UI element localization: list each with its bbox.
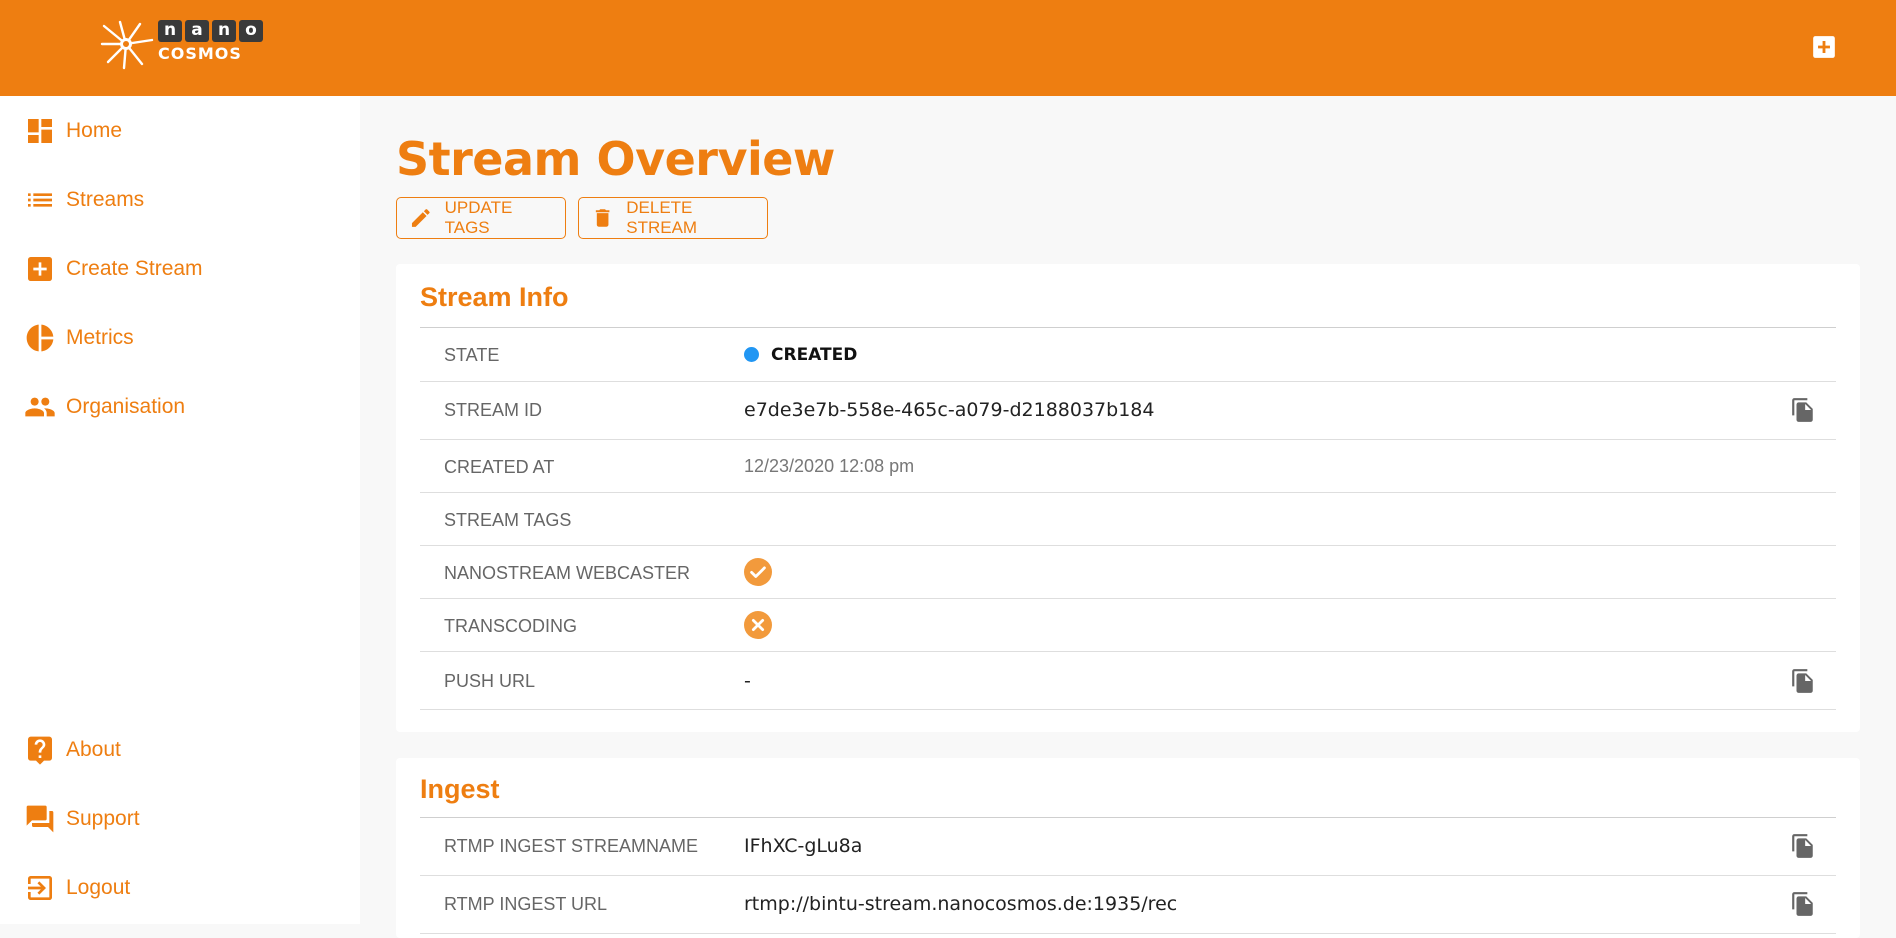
sidebar-item-label: Metrics xyxy=(66,326,134,349)
info-row-push-url: PUSH URL - xyxy=(420,652,1836,710)
info-row-state: STATE CREATED xyxy=(420,328,1836,382)
dashboard-icon xyxy=(28,119,52,143)
pencil-icon xyxy=(411,209,430,227)
row-label: RTMP INGEST URL xyxy=(444,894,608,914)
list-icon xyxy=(28,193,52,207)
sidebar-item-streams[interactable]: Streams xyxy=(24,182,144,218)
top-app-bar: n a n o COSMOS xyxy=(0,0,1896,96)
copy-icon[interactable] xyxy=(1790,668,1816,694)
sidebar-item-label: About xyxy=(66,738,121,761)
row-label: NANOSTREAM WEBCASTER xyxy=(444,563,691,583)
sidebar-item-label: Logout xyxy=(66,876,131,899)
ingest-card: Ingest RTMP INGEST STREAMNAME IFhXC-gLu8… xyxy=(396,758,1860,938)
sidebar-item-label: Organisation xyxy=(66,395,186,418)
add-box-icon xyxy=(28,257,52,281)
cancel-circle-icon xyxy=(744,611,772,639)
info-row-stream-id: STREAM ID e7de3e7b-558e-465c-a079-d21880… xyxy=(420,382,1836,440)
check-circle-icon xyxy=(744,558,772,586)
sidebar-item-metrics[interactable]: Metrics xyxy=(24,320,134,356)
sidebar-item-logout[interactable]: Logout xyxy=(24,870,130,906)
copy-icon[interactable] xyxy=(1790,397,1816,423)
push-url-value: - xyxy=(744,670,751,692)
delete-stream-button[interactable]: DELETE STREAM xyxy=(578,197,768,239)
row-label: RTMP INGEST STREAMNAME xyxy=(444,836,699,856)
row-label: STREAM TAGS xyxy=(444,510,572,530)
row-label: TRANSCODING xyxy=(444,616,578,636)
trash-icon xyxy=(595,209,610,227)
ingest-title: Ingest xyxy=(420,774,500,804)
help-icon xyxy=(28,736,52,765)
forum-icon xyxy=(26,805,54,833)
created-at-value: 12/23/2020 12:08 pm xyxy=(744,456,915,476)
info-row-created-at: CREATED AT 12/23/2020 12:08 pm xyxy=(420,440,1836,493)
delete-stream-label: DELETE STREAM xyxy=(626,198,698,237)
add-box-icon[interactable] xyxy=(1811,34,1837,60)
sidebar-item-label: Streams xyxy=(66,188,145,211)
row-label: STATE xyxy=(444,345,500,365)
logo-letter: o xyxy=(239,20,263,42)
ingest-streamname-value: IFhXC-gLu8a xyxy=(744,835,863,857)
sidebar: Home Streams Create Stream Metrics Organ… xyxy=(0,96,360,924)
update-tags-button[interactable]: UPDATE TAGS xyxy=(396,197,566,239)
state-value: CREATED xyxy=(771,345,858,365)
copy-icon[interactable] xyxy=(1790,833,1816,859)
logo-star-icon xyxy=(100,20,154,70)
page-title: Stream Overview xyxy=(396,132,835,186)
stream-info-title: Stream Info xyxy=(420,282,569,312)
sidebar-item-label: Home xyxy=(66,119,123,142)
sidebar-item-organisation[interactable]: Organisation xyxy=(24,389,185,425)
ingest-row-url: RTMP INGEST URL rtmp://bintu-stream.nano… xyxy=(420,876,1836,934)
logo-letter: n xyxy=(158,20,182,42)
exit-icon xyxy=(28,876,52,900)
pie-chart-icon xyxy=(26,324,54,352)
info-row-transcoding: TRANSCODING xyxy=(420,599,1836,652)
sidebar-item-create-stream[interactable]: Create Stream xyxy=(24,251,203,287)
nanocosmos-logo[interactable]: n a n o COSMOS xyxy=(100,18,270,70)
logo-wordmark-top: n a n o xyxy=(158,20,263,42)
status-dot xyxy=(744,347,759,362)
row-label: PUSH URL xyxy=(444,671,536,691)
ingest-row-streamname: RTMP INGEST STREAMNAME IFhXC-gLu8a xyxy=(420,818,1836,876)
stream-info-card: Stream Info STATE CREATED STREAM ID e7de… xyxy=(396,264,1860,732)
ingest-url-value: rtmp://bintu-stream.nanocosmos.de:1935/r… xyxy=(744,893,1178,915)
row-label: STREAM ID xyxy=(444,400,543,420)
logo-letter: a xyxy=(185,20,209,42)
sidebar-item-about[interactable]: About xyxy=(24,732,121,768)
sidebar-item-label: Support xyxy=(66,807,140,830)
info-row-stream-tags: STREAM TAGS xyxy=(420,493,1836,546)
sidebar-item-support[interactable]: Support xyxy=(24,801,140,837)
main-content: Stream Overview UPDATE TAGS DELETE STREA… xyxy=(360,96,1896,938)
row-label: CREATED AT xyxy=(444,457,555,477)
sidebar-item-label: Create Stream xyxy=(66,257,203,280)
info-row-nanostream-webcaster: NANOSTREAM WEBCASTER xyxy=(420,546,1836,599)
update-tags-label: UPDATE TAGS xyxy=(444,198,513,237)
copy-icon[interactable] xyxy=(1790,891,1816,917)
people-icon xyxy=(25,397,55,417)
logo-letter: n xyxy=(212,20,236,42)
logo-wordmark-bottom: COSMOS xyxy=(158,44,242,63)
stream-id-value: e7de3e7b-558e-465c-a079-d2188037b184 xyxy=(744,399,1155,421)
sidebar-item-home[interactable]: Home xyxy=(24,113,122,149)
